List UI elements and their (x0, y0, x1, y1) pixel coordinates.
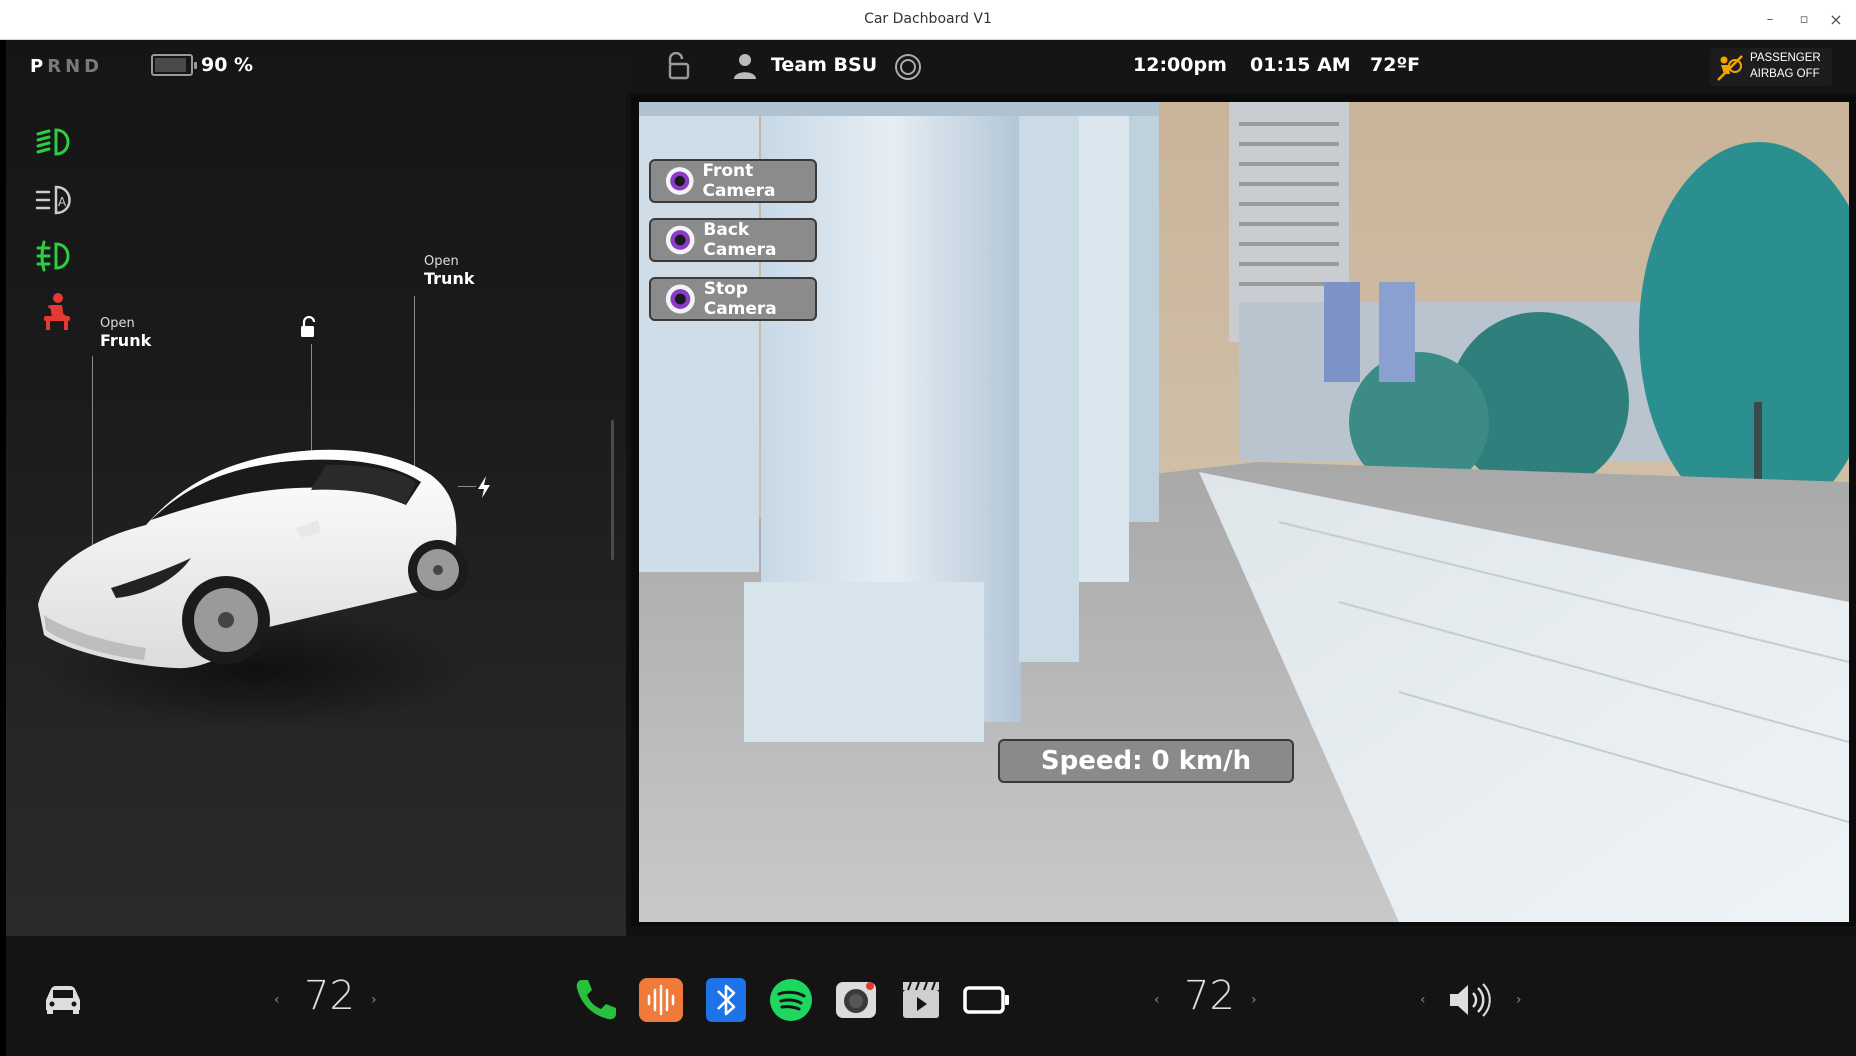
battery-percent: 90 % (201, 54, 254, 76)
gear-n: N (65, 56, 85, 77)
phone-icon[interactable] (572, 976, 620, 1024)
airbag-line2: AIRBAG OFF (1750, 68, 1820, 80)
spotify-icon[interactable] (767, 976, 815, 1024)
time-secondary: 01:15 AM (1250, 54, 1351, 76)
front-camera-button[interactable]: Front Camera (649, 159, 817, 203)
door-lock-icon[interactable] (664, 52, 690, 80)
time-primary: 12:00pm (1133, 54, 1227, 76)
display-icon[interactable] (962, 976, 1010, 1024)
profile-name[interactable]: Team BSU (771, 54, 877, 76)
maximize-button[interactable]: ▫ (1794, 10, 1814, 30)
right-temp-increase[interactable]: › (1251, 992, 1257, 1008)
volume-icon[interactable] (1446, 976, 1494, 1024)
battery-icon (151, 54, 197, 76)
trunk-action: Open (424, 254, 459, 269)
outside-temperature: 72ºF (1370, 54, 1421, 76)
airbag-line1: PASSENGER (1750, 52, 1821, 64)
camera-lens-icon (665, 284, 695, 314)
car-image (36, 449, 476, 730)
auto-headlight-icon: A (35, 185, 71, 215)
left-temp-increase[interactable]: › (371, 992, 377, 1008)
unlock-icon[interactable] (298, 316, 318, 340)
passenger-temperature: 72 (1184, 973, 1235, 1019)
frunk-label: Frunk (100, 331, 152, 350)
car-icon[interactable] (42, 982, 84, 1016)
trunk-callout[interactable]: Open Trunk (424, 254, 474, 288)
bluetooth-icon[interactable] (702, 976, 750, 1024)
gear-selector: PRND (30, 56, 103, 77)
frunk-callout[interactable]: Open Frunk (100, 316, 151, 350)
back-camera-button[interactable]: Back Camera (649, 218, 817, 262)
sentry-mode-icon[interactable] (894, 53, 922, 81)
frunk-action: Open (100, 316, 135, 331)
svg-text:A: A (58, 195, 67, 209)
profile-icon[interactable] (732, 52, 758, 80)
front-camera-label: Front Camera (702, 161, 776, 201)
volume-decrease[interactable]: ‹ (1420, 992, 1426, 1008)
bottom-dock: ‹ 72 › ‹ 72 › ‹ › (6, 936, 1856, 1056)
charge-port-icon[interactable] (476, 475, 492, 499)
close-button[interactable]: × (1826, 10, 1846, 30)
video-icon[interactable] (897, 976, 945, 1024)
top-status-bar: Team BSU 12:00pm 01:15 AM 72ºF (626, 40, 1856, 92)
gear-d: D (84, 56, 104, 77)
camera-feed (639, 102, 1849, 922)
stop-camera-button[interactable]: Stop Camera (649, 277, 817, 321)
stop-camera-label: Stop Camera (703, 279, 777, 319)
window-title: Car Dachboard V1 (864, 11, 992, 27)
camera-view: Front Camera Back Camera Stop Camera Spe… (631, 94, 1856, 926)
camera-feed-image (639, 102, 1849, 922)
driver-temperature: 72 (304, 973, 355, 1019)
passenger-airbag-status: PASSENGER AIRBAG OFF (1710, 48, 1832, 86)
volume-increase[interactable]: › (1516, 992, 1522, 1008)
camera-app-icon[interactable] (832, 976, 880, 1024)
camera-lens-icon (665, 225, 695, 255)
right-temp-decrease[interactable]: ‹ (1154, 992, 1160, 1008)
left-temp-decrease[interactable]: ‹ (274, 992, 280, 1008)
back-camera-label: Back Camera (703, 220, 777, 260)
low-beam-icon (36, 128, 70, 156)
battery-indicator: 90 % (151, 54, 253, 76)
speed-display: Speed: 0 km/h (998, 739, 1294, 783)
fog-light-icon (36, 240, 70, 272)
panel-scrollbar[interactable] (611, 420, 614, 560)
seatbelt-warning-icon (44, 293, 70, 330)
audio-icon[interactable] (637, 976, 685, 1024)
vehicle-status-panel: PRND 90 % A Open Frunk Open Trunk (6, 40, 626, 936)
camera-lens-icon (665, 167, 694, 195)
trunk-label: Trunk (424, 269, 475, 288)
gear-r: R (47, 56, 66, 77)
gear-p: P (30, 56, 48, 77)
window-titlebar: Car Dachboard V1 – ▫ × (0, 0, 1856, 40)
dashboard-app: PRND 90 % A Open Frunk Open Trunk Team B… (6, 40, 1856, 1056)
minimize-button[interactable]: – (1760, 10, 1780, 30)
airbag-off-icon (1717, 55, 1743, 81)
